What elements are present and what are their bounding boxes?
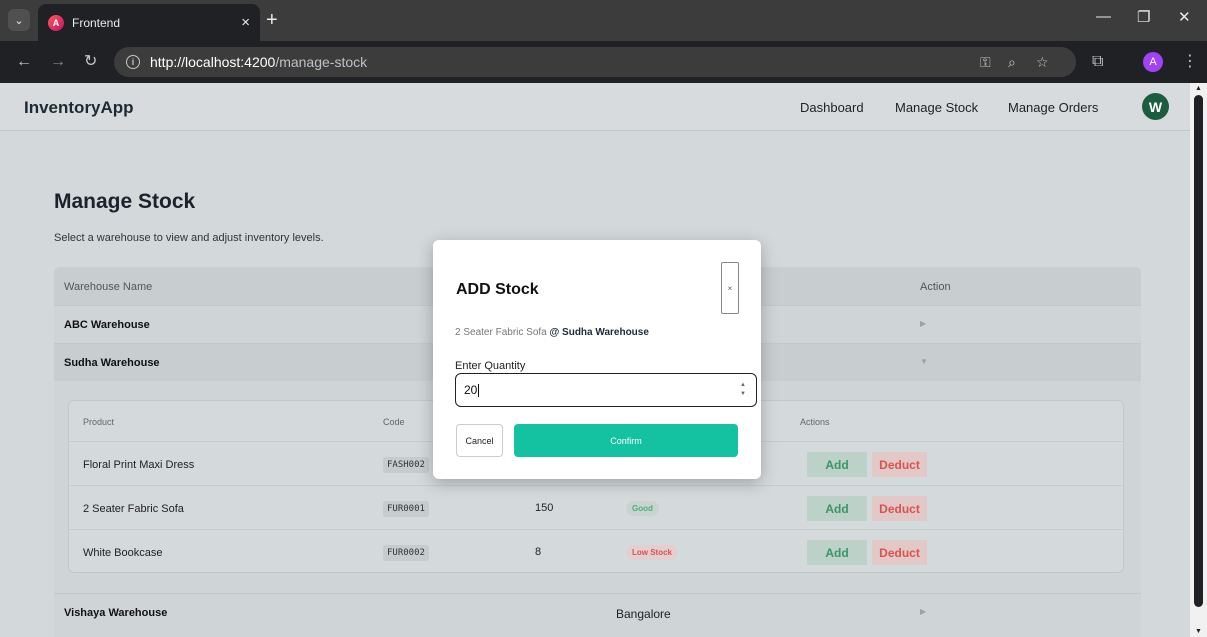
quantity-stepper[interactable]: ▲ ▼ [740,381,746,399]
app-header: InventoryApp Dashboard Manage Stock Mana… [0,83,1190,131]
cancel-button[interactable]: Cancel [456,424,503,457]
window-close-icon[interactable]: ✕ [1178,8,1191,26]
warehouse-name: Vishaya Warehouse [64,607,168,619]
plus-icon[interactable]: + [266,9,278,31]
close-icon[interactable]: × [241,15,250,30]
back-icon[interactable]: ← [16,52,32,72]
info-icon[interactable]: i [126,55,140,69]
product-code: FUR0001 [383,501,429,517]
modal-subtitle: 2 Seater Fabric Sofa @ Sudha Warehouse [455,327,649,338]
zoom-icon[interactable]: ⌕ [1008,54,1016,71]
nav-dashboard[interactable]: Dashboard [800,100,864,115]
product-quantity: 8 [535,546,542,558]
modal-warehouse: Sudha Warehouse [562,327,649,338]
add-stock-modal: ADD Stock × 2 Seater Fabric Sofa @ Sudha… [433,240,761,479]
forward-icon[interactable]: → [50,52,66,72]
scroll-thumb[interactable] [1194,95,1203,607]
tab-title: Frontend [72,15,121,30]
product-code: FUR0002 [383,545,429,561]
brand-logo[interactable]: InventoryApp [24,98,134,118]
page-subtitle: Select a warehouse to view and adjust in… [54,232,324,244]
add-button[interactable]: Add [807,452,867,477]
browser-tab[interactable]: A Frontend × [38,4,260,41]
nav-manage-orders[interactable]: Manage Orders [1008,100,1098,115]
col-actions: Actions [800,417,830,427]
extensions-icon[interactable]: ⧉ [1092,52,1103,72]
warehouse-city: Bangalore [616,607,671,621]
nav-manage-stock[interactable]: Manage Stock [895,100,978,115]
profile-avatar[interactable]: A [1143,52,1163,72]
product-quantity: 150 [535,502,554,514]
scrollbar[interactable]: ▲ ▼ [1190,83,1207,637]
add-button[interactable]: Add [807,540,867,565]
expand-arrow-icon[interactable]: ▶ [920,607,926,616]
warehouse-name: ABC Warehouse [64,319,150,331]
browser-toolbar: ← → ↻ i http://localhost:4200/manage-sto… [0,41,1207,83]
stepper-up-icon[interactable]: ▲ [740,382,746,388]
address-bar[interactable]: i http://localhost:4200/manage-stock ⚿ ⌕… [114,47,1076,77]
table-row: White Bookcase FUR0002 8 Low Stock Add D… [69,529,1123,573]
user-avatar[interactable]: W [1142,93,1169,120]
product-name: White Bookcase [83,547,163,559]
product-name: 2 Seater Fabric Sofa [83,503,184,515]
stepper-down-icon[interactable]: ▼ [740,391,746,397]
deduct-button[interactable]: Deduct [872,496,927,521]
col-warehouse-name: Warehouse Name [64,281,153,293]
more-menu-icon[interactable]: ⋮ [1182,52,1198,72]
tab-search-icon[interactable]: ⌄ [8,9,30,31]
scroll-up-icon[interactable]: ▲ [1195,85,1202,92]
quantity-input[interactable]: 20 ▲ ▼ [455,373,757,407]
warehouse-name: Sudha Warehouse [64,357,160,369]
star-icon[interactable]: ☆ [1036,54,1049,71]
close-icon[interactable]: × [721,262,739,314]
confirm-button[interactable]: Confirm [514,424,738,457]
status-badge: Low Stock [626,545,679,560]
minimize-icon[interactable]: — [1096,8,1111,25]
text-cursor [478,383,480,397]
add-button[interactable]: Add [807,496,867,521]
password-key-icon[interactable]: ⚿ [980,54,991,71]
favicon-icon: A [48,14,64,31]
restore-icon[interactable]: ❐ [1137,8,1150,26]
quantity-value: 20 [464,383,478,397]
scroll-down-icon[interactable]: ▼ [1195,628,1202,635]
modal-at: @ [549,327,560,338]
product-code: FASH002 [383,457,429,473]
reload-icon[interactable]: ↻ [84,52,97,72]
product-name: Floral Print Maxi Dress [83,459,195,471]
modal-product: 2 Seater Fabric Sofa [455,327,547,338]
col-code: Code [383,417,405,427]
page-title: Manage Stock [54,190,196,213]
table-row: 2 Seater Fabric Sofa FUR0001 150 Good Ad… [69,485,1123,529]
collapse-arrow-icon[interactable]: ▼ [920,357,928,366]
expand-arrow-icon[interactable]: ▶ [920,319,926,328]
modal-title: ADD Stock [456,281,539,298]
col-product: Product [83,417,115,427]
deduct-button[interactable]: Deduct [872,540,927,565]
col-action: Action [920,281,951,293]
deduct-button[interactable]: Deduct [872,452,927,477]
quantity-label: Enter Quantity [455,360,526,372]
status-badge: Good [626,501,659,516]
browser-tabbar: ⌄ A Frontend × + — ❐ ✕ [0,0,1207,41]
url-text: http://localhost:4200/manage-stock [150,54,368,70]
warehouse-row-vishaya[interactable]: Vishaya Warehouse Bangalore ▶ [54,593,1141,631]
